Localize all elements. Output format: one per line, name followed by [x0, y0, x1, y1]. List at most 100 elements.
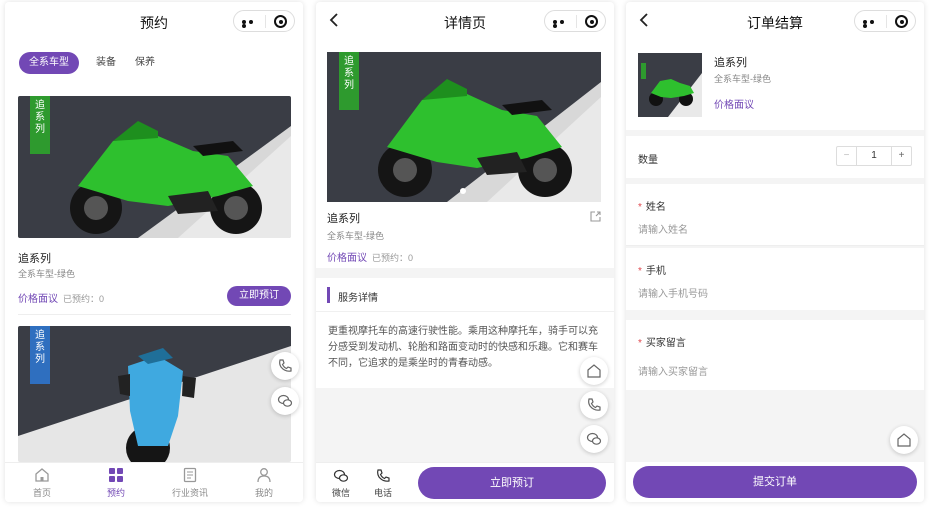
- product-thumbnail: [638, 53, 702, 117]
- submit-order-button[interactable]: 提交订单: [633, 466, 917, 498]
- call-float-button[interactable]: [271, 352, 299, 380]
- price-negotiable: 价格面议: [327, 253, 367, 264]
- chat-icon: [586, 432, 602, 445]
- capsule-divider: [886, 15, 887, 28]
- home-float-button[interactable]: [890, 426, 918, 454]
- phone-contact-button[interactable]: 电话: [368, 468, 398, 499]
- chat-icon: [277, 394, 293, 407]
- motorcycle-green-thumbnail: [638, 53, 702, 117]
- order-product-card: 追系列 全系车型-绿色 价格面议: [626, 40, 924, 130]
- user-icon: [257, 468, 271, 483]
- tab-all-models[interactable]: 全系车型: [19, 52, 79, 74]
- phone-field[interactable]: * 手机 请输入手机号码: [626, 248, 924, 310]
- tabbar-home[interactable]: 首页: [5, 467, 79, 499]
- tabbar-label: 我的: [254, 488, 273, 498]
- series-ribbon: 追 系 列: [339, 52, 359, 110]
- tabbar-label: 预约: [106, 488, 125, 498]
- product-name: 追系列: [18, 253, 51, 265]
- wechat-contact-button[interactable]: 微信: [326, 468, 356, 499]
- motorcycle-blue-image: [18, 326, 291, 462]
- decrease-button[interactable]: −: [837, 147, 857, 165]
- phone-label: * 手机: [638, 262, 666, 277]
- field-label: 姓名: [645, 202, 666, 213]
- close-target-icon[interactable]: [274, 15, 287, 28]
- message-input[interactable]: 请输入买家留言: [638, 363, 708, 378]
- share-icon[interactable]: [589, 210, 602, 223]
- phone-icon: [279, 359, 292, 372]
- product-name: 追系列: [714, 57, 747, 69]
- nav-bar: 预约: [5, 2, 303, 40]
- capsule-divider: [576, 15, 577, 28]
- wechat-label: 微信: [331, 488, 350, 498]
- series-ribbon: 追 系 列: [30, 96, 50, 154]
- service-detail-header: 服务详情: [316, 278, 614, 312]
- field-label: 买家留言: [645, 338, 686, 349]
- required-mark: *: [638, 338, 642, 349]
- tabbar-news[interactable]: 行业资讯: [153, 467, 227, 499]
- ribbon-char: 系: [35, 112, 45, 123]
- book-now-button[interactable]: 立即预订: [227, 286, 291, 306]
- service-description: 更重视摩托车的高速行驶性能。乘用这种摩托车，骑手可以充分感受到发动机、轮胎和路面…: [316, 312, 614, 388]
- motorcycle-green-image: [327, 52, 601, 202]
- call-float-button[interactable]: [580, 391, 608, 419]
- screen-checkout: 订单结算 追系列 全系车型-绿色 价格面议 数量 − 1 + * 姓名 请输入姓…: [626, 2, 924, 502]
- field-label: 手机: [645, 266, 666, 277]
- section-accent-bar: [327, 287, 330, 303]
- home-float-button[interactable]: [580, 357, 608, 385]
- ribbon-char: 列: [344, 80, 354, 91]
- quantity-label: 数量: [638, 155, 658, 166]
- required-mark: *: [638, 266, 642, 277]
- series-ribbon: 追 系 列: [30, 326, 50, 384]
- tab-maintenance[interactable]: 保养: [135, 52, 155, 74]
- price-negotiable: 价格面议: [714, 100, 754, 111]
- more-icon[interactable]: [863, 20, 881, 28]
- more-icon[interactable]: [242, 20, 260, 28]
- ribbon-char: 列: [35, 124, 45, 135]
- tab-equipment[interactable]: 装备: [96, 52, 116, 74]
- wechat-float-button[interactable]: [271, 387, 299, 415]
- product-variant: 全系车型-绿色: [18, 269, 75, 279]
- ribbon-char: 追: [35, 330, 45, 341]
- product-carousel[interactable]: 追 系 列: [327, 52, 601, 202]
- screen-detail: 详情页 追 系 列 追系列 全系车型-绿色 价格面议 已预约：0 服务详情 更重…: [316, 2, 614, 502]
- price-row: 价格面议 已预约：0: [18, 290, 104, 305]
- tab-bar: 首页 预约 行业资讯 我的: [5, 462, 303, 502]
- detail-bottom-bar: 微信 电话 立即预订: [316, 462, 614, 502]
- ribbon-char: 列: [35, 354, 45, 365]
- product-name: 追系列: [327, 213, 360, 225]
- mini-program-capsule: [544, 10, 606, 32]
- tabbar-label: 首页: [32, 488, 51, 498]
- product-info: 追系列 全系车型-绿色 价格面议 已预约：0: [316, 202, 614, 268]
- nav-bar: 订单结算: [626, 2, 924, 40]
- capsule-divider: [265, 15, 266, 28]
- product-image-blue[interactable]: 追 系 列: [18, 326, 291, 462]
- wechat-float-button[interactable]: [580, 425, 608, 453]
- phone-input[interactable]: 请输入手机号码: [638, 285, 708, 300]
- book-now-button[interactable]: 立即预订: [418, 467, 606, 499]
- message-field[interactable]: * 买家留言 请输入买家留言: [626, 320, 924, 390]
- name-input[interactable]: 请输入姓名: [638, 221, 688, 236]
- series-ribbon: [641, 63, 646, 79]
- increase-button[interactable]: +: [891, 147, 911, 165]
- close-target-icon[interactable]: [585, 15, 598, 28]
- carousel-indicator: [460, 188, 466, 194]
- grid-icon: [109, 468, 123, 482]
- product-variant: 全系车型-绿色: [327, 231, 384, 241]
- name-field[interactable]: * 姓名 请输入姓名: [626, 184, 924, 246]
- quantity-stepper: − 1 +: [836, 146, 912, 166]
- price-row: 价格面议 已预约：0: [327, 249, 413, 264]
- quantity-value[interactable]: 1: [857, 147, 891, 165]
- tabbar-booking[interactable]: 预约: [79, 467, 153, 499]
- close-target-icon[interactable]: [895, 15, 908, 28]
- section-title: 服务详情: [338, 293, 378, 304]
- phone-icon: [588, 398, 601, 411]
- product-image-green[interactable]: 追 系 列: [18, 96, 291, 238]
- tabbar-profile[interactable]: 我的: [227, 467, 301, 499]
- mini-program-capsule: [233, 10, 295, 32]
- more-icon[interactable]: [553, 20, 571, 28]
- ribbon-char: 系: [35, 342, 45, 353]
- checkout-bottom-bar: 提交订单: [626, 462, 924, 502]
- ribbon-char: 系: [344, 68, 354, 79]
- booked-count: 已预约：0: [63, 294, 105, 304]
- home-icon: [897, 433, 911, 447]
